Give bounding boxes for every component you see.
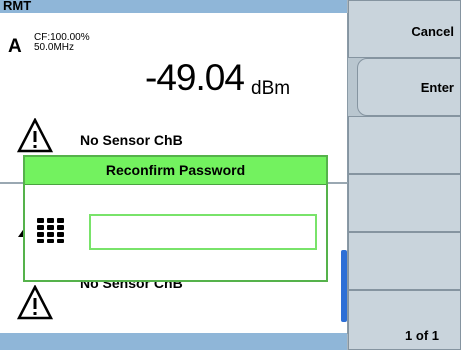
softkey-4[interactable] bbox=[348, 174, 461, 232]
power-reading: -49.04 bbox=[145, 57, 245, 98]
enter-softkey[interactable]: Enter bbox=[357, 58, 461, 116]
channel-label: A bbox=[8, 36, 22, 57]
softkey-5[interactable] bbox=[348, 232, 461, 290]
reconfirm-password-dialog: Reconfirm Password bbox=[23, 155, 328, 282]
warning-triangle-icon bbox=[17, 118, 53, 153]
warning-text-lower-clip: No Sensor ChB bbox=[80, 282, 250, 297]
warning-text-upper: No Sensor ChB bbox=[80, 132, 183, 148]
power-unit: dBm bbox=[251, 78, 291, 99]
dialog-title: Reconfirm Password bbox=[105, 162, 246, 178]
cancel-softkey[interactable]: Cancel bbox=[348, 0, 461, 58]
dialog-title-bar: Reconfirm Password bbox=[25, 157, 326, 185]
enter-label: Enter bbox=[420, 80, 454, 95]
warning-triangle-icon bbox=[17, 285, 53, 320]
softkey-3[interactable] bbox=[348, 116, 461, 174]
password-field[interactable] bbox=[89, 214, 317, 250]
scrollbar[interactable] bbox=[341, 250, 347, 322]
status-bar: RMT bbox=[0, 0, 347, 13]
frequency: 50.0MHz bbox=[34, 42, 75, 53]
bottom-status-bar bbox=[0, 333, 347, 350]
cancel-label: Cancel bbox=[411, 24, 454, 39]
keypad-icon bbox=[37, 218, 64, 243]
remote-indicator: RMT bbox=[3, 0, 32, 13]
page-indicator: 1 of 1 bbox=[405, 328, 439, 343]
softkey-panel: Cancel Enter 1 of 1 bbox=[348, 0, 461, 350]
warning-text-lower: No Sensor ChB bbox=[80, 282, 183, 291]
